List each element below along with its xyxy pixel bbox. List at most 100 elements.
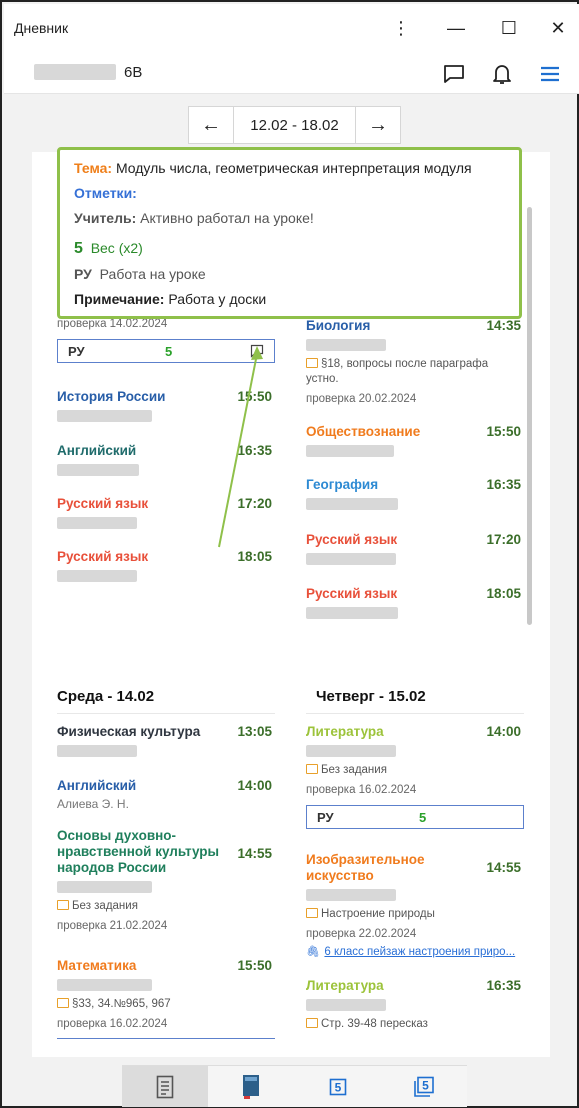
- lesson-subject: Основы духовно-нравственной культуры нар…: [57, 828, 220, 875]
- teacher-name: [306, 551, 521, 565]
- window-title: Дневник: [14, 20, 69, 36]
- title-bar: Дневник ⋮ — ☐ ✕: [4, 4, 579, 54]
- lesson-item-biology[interactable]: Биология 14:35 §18, вопросы после парагр…: [306, 318, 521, 405]
- note-label: Примечание:: [74, 291, 165, 307]
- lesson-details-popup: Тема: Модуль числа, геометрическая интер…: [57, 147, 522, 319]
- homework: Без задания: [57, 899, 272, 914]
- kebab-menu-icon[interactable]: ⋮: [389, 16, 413, 40]
- maximize-button[interactable]: ☐: [497, 16, 521, 40]
- book-icon: [243, 1074, 260, 1099]
- bottom-tab-bar: 5 5: [122, 1065, 467, 1107]
- paperclip-icon: 🖇: [306, 946, 320, 958]
- topic-value: Модуль числа, геометрическая интерпретац…: [115, 160, 472, 176]
- note-value: Работа у доски: [168, 291, 267, 307]
- lesson-item[interactable]: Физическая культура 13:05: [57, 724, 272, 757]
- lesson-item[interactable]: Русский язык 18:05: [57, 549, 272, 582]
- teacher-name: [306, 337, 521, 351]
- book-icon: [306, 1018, 318, 1028]
- diary-icon: [156, 1075, 174, 1098]
- menu-icon[interactable]: [536, 60, 564, 88]
- minimize-button[interactable]: —: [444, 16, 468, 40]
- popup-grade: 5: [74, 240, 83, 257]
- check-date: проверка 16.02.2024: [57, 1018, 168, 1030]
- lesson-item[interactable]: Математика 15:50 §33, 34.№965, 967 прове…: [57, 958, 272, 1030]
- homework: §33, 34.№965, 967: [57, 997, 272, 1012]
- attachment-link[interactable]: 6 класс пейзаж настроения приро...: [324, 946, 515, 958]
- grade-weight: Вес (x2): [90, 240, 143, 256]
- lesson-item[interactable]: Основы духовно-нравственной культуры нар…: [57, 828, 272, 932]
- lesson-time: 14:55: [486, 860, 521, 875]
- tab-final-grades[interactable]: 5: [381, 1066, 467, 1107]
- chat-icon[interactable]: [440, 60, 468, 88]
- lesson-time: 17:20: [486, 532, 521, 547]
- grade-type: РУ: [68, 344, 85, 359]
- grade5-icon: 5: [329, 1078, 346, 1095]
- scrollbar[interactable]: [527, 207, 532, 625]
- lesson-time: 16:35: [486, 477, 521, 492]
- lesson-time: 16:35: [486, 978, 521, 993]
- lesson-time: 15:50: [237, 958, 272, 973]
- callout-arrow: [218, 346, 263, 548]
- book-icon: [306, 764, 318, 774]
- teacher-comment: Активно работал на уроке!: [140, 210, 314, 226]
- lesson-item[interactable]: Русский язык 18:05: [306, 586, 521, 619]
- tab-grades[interactable]: 5: [295, 1066, 381, 1107]
- lesson-time: 14:00: [237, 778, 272, 793]
- marks-label: Отметки:: [74, 185, 137, 201]
- lesson-time: 14:55: [237, 846, 272, 861]
- grade-type-code: РУ: [74, 266, 92, 282]
- lesson-item[interactable]: Английский 14:00 Алиева Э. Н.: [57, 778, 272, 811]
- teacher-name: [57, 879, 272, 893]
- check-date: проверка 20.02.2024: [306, 393, 417, 405]
- grade-type-name: Работа на уроке: [99, 266, 206, 282]
- lesson-item[interactable]: Русский язык 17:20: [306, 532, 521, 565]
- lesson-item[interactable]: Изобразительное искусство 14:55 Настроен…: [306, 852, 521, 960]
- tab-homework[interactable]: [208, 1066, 294, 1107]
- lesson-item[interactable]: Литература 14:00 Без задания проверка 16…: [306, 724, 521, 796]
- lesson-subject: Изобразительное искусство: [306, 852, 425, 883]
- teacher-name: [57, 977, 272, 991]
- book-icon: [57, 900, 69, 910]
- prev-week-button[interactable]: ←: [189, 107, 233, 143]
- day-header-thursday: Четверг - 15.02: [316, 688, 426, 705]
- next-week-button[interactable]: →: [356, 107, 400, 143]
- tab-diary[interactable]: [122, 1066, 209, 1107]
- svg-text:5: 5: [334, 1080, 341, 1094]
- day-header-wednesday: Среда - 14.02: [57, 688, 155, 705]
- lesson-time: 14:00: [486, 724, 521, 739]
- app-header: 6В: [4, 54, 579, 94]
- grade-value: 5: [165, 344, 173, 359]
- grade-box[interactable]: РУ 5: [306, 805, 524, 829]
- teacher-name: [306, 605, 521, 619]
- student-name-redacted: [34, 64, 116, 80]
- bell-icon[interactable]: [488, 60, 516, 88]
- lesson-item[interactable]: Литература 16:35 Стр. 39-48 пересказ: [306, 978, 521, 1032]
- book-icon: [306, 358, 318, 368]
- teacher-name: [306, 443, 521, 457]
- teacher-name: Алиева Э. Н.: [57, 797, 129, 811]
- teacher-name: [306, 887, 521, 901]
- attachment[interactable]: 🖇 6 класс пейзаж настроения приро...: [306, 942, 521, 960]
- lesson-item[interactable]: Обществознание 15:50: [306, 424, 521, 457]
- lesson-time: 15:50: [486, 424, 521, 439]
- homework: §18, вопросы после параграфа устно.: [306, 358, 489, 385]
- teacher-name: [306, 496, 521, 510]
- teacher-name: [57, 743, 272, 757]
- week-navigator: ← 12.02 - 18.02 →: [188, 106, 401, 144]
- teacher-name: [57, 568, 272, 582]
- check-date: проверка 16.02.2024: [306, 784, 417, 796]
- week-range[interactable]: 12.02 - 18.02: [233, 107, 356, 143]
- lesson-time: 13:05: [237, 724, 272, 739]
- book-icon: [306, 908, 318, 918]
- teacher-label: Учитель:: [74, 210, 137, 226]
- book-icon: [57, 998, 69, 1008]
- selected-underline: [57, 1038, 275, 1039]
- check-date: проверка 22.02.2024: [306, 928, 417, 940]
- close-button[interactable]: ✕: [546, 16, 570, 40]
- grade-value: 5: [419, 810, 427, 825]
- lesson-item[interactable]: География 16:35: [306, 477, 521, 510]
- homework: Настроение природы: [306, 907, 521, 922]
- teacher-name: [306, 997, 521, 1011]
- teacher-name: [306, 743, 521, 757]
- lesson-time: 18:05: [486, 586, 521, 601]
